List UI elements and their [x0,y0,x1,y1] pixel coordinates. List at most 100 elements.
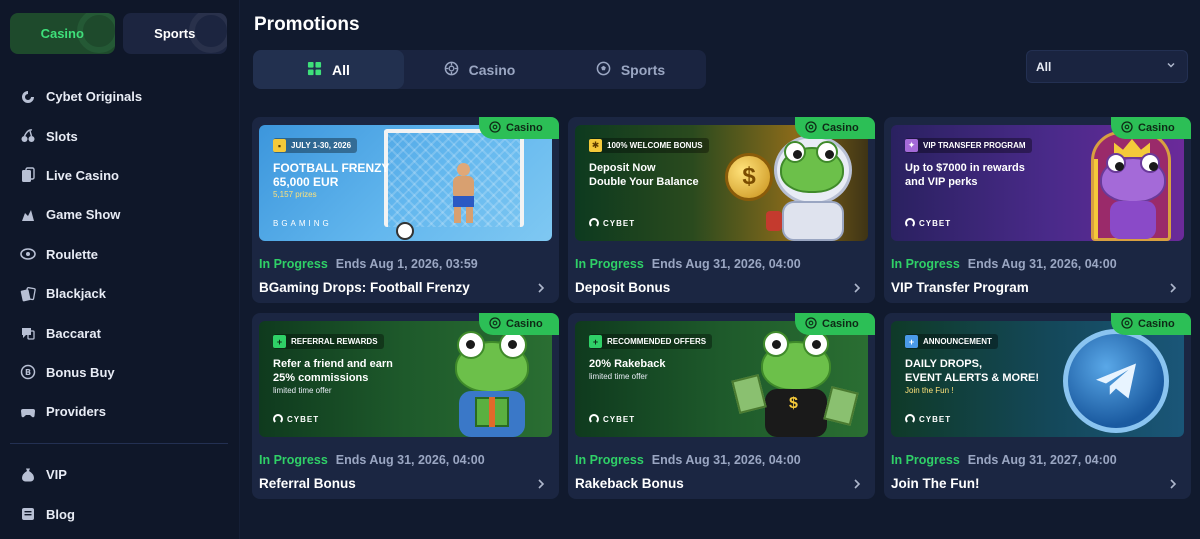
promotions-main: Promotions All Casino Sports All ▪ JULY … [240,0,1200,539]
promo-brand-text: BGAMING [273,219,332,228]
chevron-down-icon [1165,59,1177,74]
sports-toggle-button[interactable]: Sports [122,13,227,54]
sidebar-item-vip[interactable]: VIP [0,455,240,494]
sparkle-icon: ✦ [905,139,918,152]
casino-toggle-button[interactable]: Casino [10,13,115,54]
sidebar-item-roulette[interactable]: Roulette [0,235,240,274]
promo-card-deposit-bonus[interactable]: $ ✱ 100% WELCOME BONUS Deposit Now Double… [568,117,875,303]
promo-headline: DAILY DROPS, EVENT ALERTS & MORE! Join t… [905,357,1075,397]
sports-decor-icon [189,13,227,53]
chevron-right-icon[interactable] [1166,281,1180,295]
sidebar-item-baccarat[interactable]: Baccarat [0,313,240,352]
promotion-filter-select[interactable]: All [1026,50,1188,83]
sidebar-item-providers[interactable]: Providers [0,392,240,431]
cherries-icon [20,128,36,144]
cards-icon [20,286,36,302]
promo-headline-text: Deposit Now Double Your Balance [589,162,699,188]
promo-banner[interactable]: + ANNOUNCEMENT DAILY DROPS, EVENT ALERTS … [891,321,1184,437]
promo-banner[interactable]: $ ✱ 100% WELCOME BONUS Deposit Now Double… [575,125,868,241]
promo-headline-text: Refer a friend and earn 25% commissions [273,358,393,384]
promo-brand: CYBET [589,218,635,228]
promo-subline: 5,157 prizes [273,190,317,199]
promo-headline: FOOTBALL FRENZY 65,000 EUR 5,157 prizes [273,161,423,200]
chevron-right-icon[interactable] [534,477,548,491]
promo-banner[interactable]: ✦ VIP TRANSFER PROGRAM Up to $7000 in rew… [891,125,1184,241]
sidebar-item-label: Game Show [46,207,121,223]
gamepad-icon [20,404,36,420]
promo-banner[interactable]: + REFERRAL REWARDS Refer a friend and ear… [259,321,552,437]
promo-card-join-the-fun[interactable]: + ANNOUNCEMENT DAILY DROPS, EVENT ALERTS … [884,313,1191,499]
promotion-tabs: All Casino Sports [253,50,706,89]
sidebar-item-label: Bonus Buy [46,364,115,380]
sidebar-item-blackjack[interactable]: Blackjack [0,274,240,313]
goalkeeper-illustration [449,163,477,223]
tab-all[interactable]: All [253,50,404,89]
gift-frog-illustration [449,331,535,437]
category-badge: Casino [1111,117,1191,139]
promo-tag-text: 100% WELCOME BONUS [607,141,703,150]
sidebar-item-label: Blackjack [46,286,106,302]
tab-casino[interactable]: Casino [404,50,555,89]
promo-title: Referral Bonus [259,476,356,491]
soccer-ball-icon [396,222,414,240]
promo-subline: limited time offer [273,386,332,395]
promo-meta: In Progress Ends Aug 1, 2026, 03:59 [259,257,478,271]
promo-headline-text: FOOTBALL FRENZY 65,000 EUR [273,161,390,189]
casino-decor-icon [76,13,115,53]
promo-headline: 20% Rakeback limited time offer [589,357,739,383]
sidebar-item-game-show[interactable]: Game Show [0,195,240,234]
casino-chip-icon [1121,316,1133,332]
promo-banner[interactable]: $ + RECOMMENDED OFFERS 20% Rakeback limit… [575,321,868,437]
promotions-grid: ▪ JULY 1-30, 2026 FOOTBALL FRENZY 65,000 … [252,117,1191,499]
chevron-right-icon[interactable] [534,281,548,295]
roulette-icon [20,246,36,262]
promo-tag: + ANNOUNCEMENT [905,334,998,349]
sidebar: Casino Sports Cybet Originals Slots Live… [0,0,240,539]
casino-chip-icon [444,61,459,79]
promo-card-vip-transfer[interactable]: ✦ VIP TRANSFER PROGRAM Up to $7000 in rew… [884,117,1191,303]
sidebar-item-blog[interactable]: Blog [0,494,240,533]
tab-label: Casino [468,61,516,78]
category-badge: Casino [479,117,559,139]
promo-card-referral-bonus[interactable]: + REFERRAL REWARDS Refer a friend and ear… [252,313,559,499]
promo-brand-text: CYBET [919,414,952,424]
promo-meta: In Progress Ends Aug 31, 2026, 04:00 [259,453,485,467]
cybet-logo-icon [905,414,915,424]
grid-icon [307,61,322,79]
promo-card-rakeback-bonus[interactable]: $ + RECOMMENDED OFFERS 20% Rakeback limit… [568,313,875,499]
money-bag-icon [20,467,36,483]
promo-end-date: Ends Aug 31, 2026, 04:00 [651,453,801,467]
promo-banner[interactable]: ▪ JULY 1-30, 2026 FOOTBALL FRENZY 65,000 … [259,125,552,241]
tab-label: All [332,61,350,78]
casino-chip-icon [489,120,501,136]
promo-tag-text: REFERRAL REWARDS [291,337,378,346]
sidebar-nav: Cybet Originals Slots Live Casino Game S… [0,77,240,432]
tab-sports[interactable]: Sports [555,50,706,89]
cybet-logo-icon [905,218,915,228]
chevron-right-icon[interactable] [850,281,864,295]
category-badge: Casino [795,313,875,335]
sidebar-item-live-casino[interactable]: Live Casino [0,156,240,195]
chevron-right-icon[interactable] [1166,477,1180,491]
sidebar-divider [10,443,228,444]
promo-card-bgaming-drops[interactable]: ▪ JULY 1-30, 2026 FOOTBALL FRENZY 65,000 … [252,117,559,303]
filter-value: All [1036,59,1052,74]
promo-headline-text: 20% Rakeback [589,358,666,370]
promo-tag: ✱ 100% WELCOME BONUS [589,138,709,153]
promo-title: Deposit Bonus [575,280,671,295]
sidebar-item-label: Slots [46,128,78,144]
category-badge-label: Casino [822,122,859,134]
chevron-right-icon[interactable] [850,477,864,491]
sidebar-nav-secondary: VIP Blog [0,455,240,534]
promo-brand-text: CYBET [919,218,952,228]
sidebar-item-label: Cybet Originals [46,89,143,105]
king-frog-illustration [1094,139,1170,239]
category-badge-label: Casino [822,318,859,330]
sidebar-item-label: Providers [46,404,106,420]
sidebar-item-bonus-buy[interactable]: B Bonus Buy [0,353,240,392]
sidebar-item-slots[interactable]: Slots [0,116,240,155]
sidebar-item-cybet-originals[interactable]: Cybet Originals [0,77,240,116]
svg-text:B: B [25,368,31,377]
promo-end-date: Ends Aug 31, 2026, 04:00 [335,453,485,467]
star-icon: ✱ [589,139,602,152]
